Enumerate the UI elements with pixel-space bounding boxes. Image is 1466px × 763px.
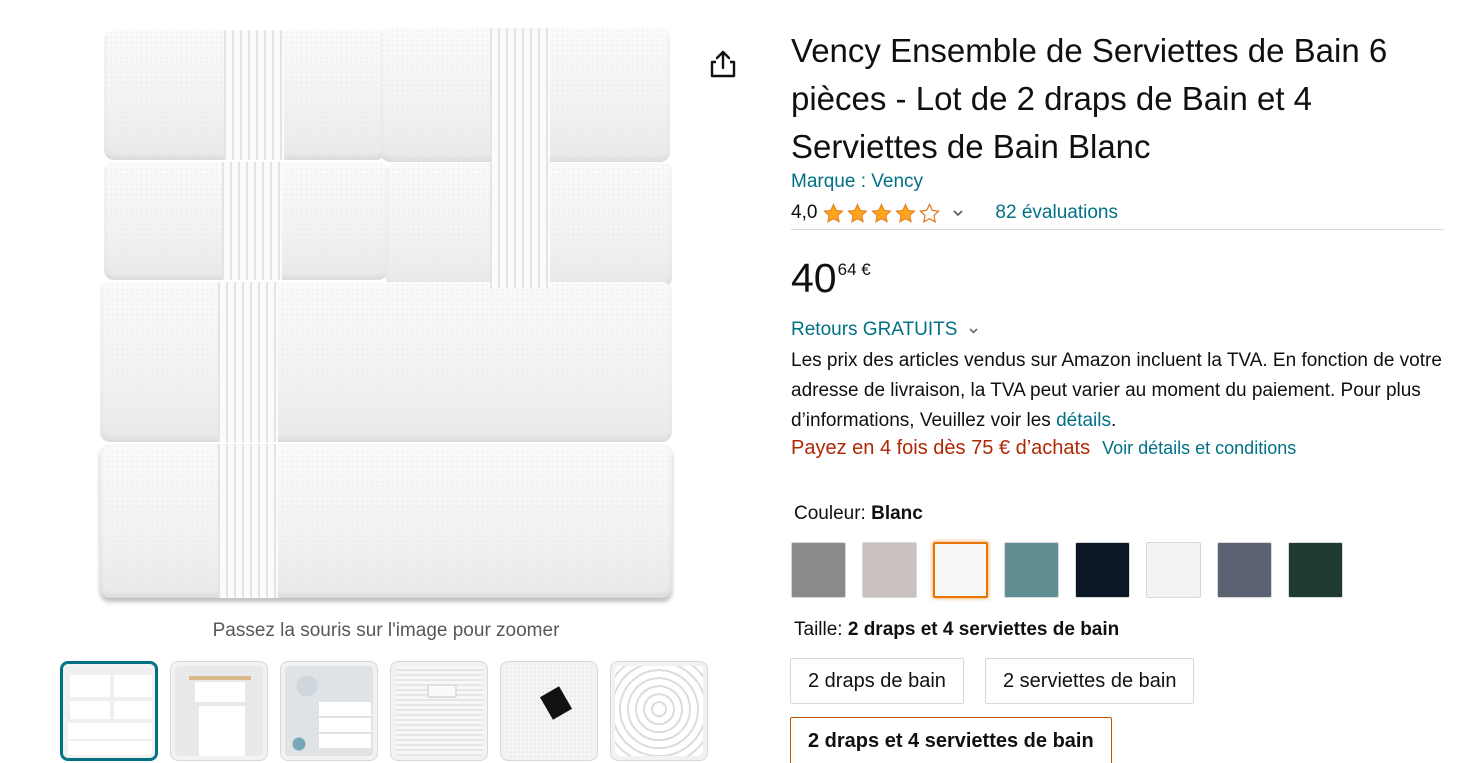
color-label: Couleur: Blanc [794, 503, 923, 525]
star-rating[interactable] [822, 202, 941, 225]
selected-size: 2 draps et 4 serviettes de bain [847, 619, 1120, 640]
size-label: Taille: 2 draps et 4 serviettes de bain [794, 619, 1119, 641]
towel-image-part [104, 162, 388, 280]
thumbnail-bathroom-scene[interactable] [280, 661, 378, 761]
size-label-text: Taille: [794, 619, 848, 640]
tva-notice: Les prix des articles vendus sur Amazon … [791, 346, 1451, 436]
towel-image-part [104, 30, 386, 160]
color-swatch-teal[interactable] [1004, 542, 1059, 598]
color-swatch-taupe[interactable] [862, 542, 917, 598]
price-fraction: 64 € [837, 260, 871, 279]
star-full-icon [870, 202, 893, 225]
share-icon[interactable] [708, 48, 738, 80]
towel-image-part [100, 444, 672, 598]
color-swatch-grey[interactable] [791, 542, 846, 598]
color-label-text: Couleur: [794, 503, 872, 524]
color-swatch-off-white[interactable] [1146, 542, 1201, 598]
color-swatch-navy[interactable] [1075, 542, 1130, 598]
free-returns-label: Retours GRATUITS [791, 319, 958, 340]
selected-color: Blanc [871, 503, 923, 524]
color-swatch-dark-green[interactable] [1288, 542, 1343, 598]
color-swatch-slate[interactable] [1217, 542, 1272, 598]
size-option-2-serviettes[interactable]: 2 serviettes de bain [985, 658, 1195, 704]
color-swatches [791, 542, 1343, 598]
installments-offer: Payez en 4 fois dès 75 € d’achats Voir d… [791, 437, 1296, 460]
tva-details-link[interactable]: détails [1056, 410, 1111, 431]
thumbnail-towel-texture[interactable] [390, 661, 488, 761]
star-full-icon [894, 202, 917, 225]
rating-value: 4,0 [791, 202, 818, 223]
thumbnail-strip [60, 661, 708, 761]
tva-text: Les prix des articles vendus sur Amazon … [791, 350, 1442, 431]
chevron-down-icon[interactable] [951, 206, 965, 220]
thumbnail-towel-stack[interactable] [60, 661, 158, 761]
towel-image-part [386, 162, 672, 288]
thumbnail-towel-label[interactable] [500, 661, 598, 761]
thumbnail-towel-swirl[interactable] [610, 661, 708, 761]
main-product-image[interactable] [98, 22, 674, 602]
brand-link[interactable]: Marque : Vency [791, 171, 923, 193]
thumbnail-towel-rack[interactable] [170, 661, 268, 761]
tva-text-end: . [1111, 410, 1117, 431]
rating-row: 4,0 82 évaluations [791, 200, 1118, 226]
towel-image-part [100, 282, 672, 442]
star-full-icon [846, 202, 869, 225]
zoom-hint: Passez la souris sur l'image pour zoomer [212, 620, 560, 641]
star-empty-icon [918, 202, 941, 225]
installments-text: Payez en 4 fois dès 75 € d’achats [791, 437, 1091, 459]
price: 40 64 € [791, 255, 871, 301]
star-full-icon [822, 202, 845, 225]
color-swatch-white[interactable] [933, 542, 988, 598]
towel-image-part [380, 28, 670, 162]
reviews-link[interactable]: 82 évaluations [995, 202, 1118, 224]
installments-conditions-link[interactable]: Voir détails et conditions [1102, 438, 1296, 459]
free-returns-link[interactable]: Retours GRATUITS [791, 319, 980, 341]
product-title: Vency Ensemble de Serviettes de Bain 6 p… [791, 32, 1388, 165]
chevron-down-icon [969, 327, 978, 334]
size-option-2-draps[interactable]: 2 draps de bain [790, 658, 964, 704]
divider [791, 229, 1444, 230]
price-whole: 40 [791, 255, 837, 301]
size-option-2-draps-4-serviettes[interactable]: 2 draps et 4 serviettes de bain [790, 717, 1112, 763]
